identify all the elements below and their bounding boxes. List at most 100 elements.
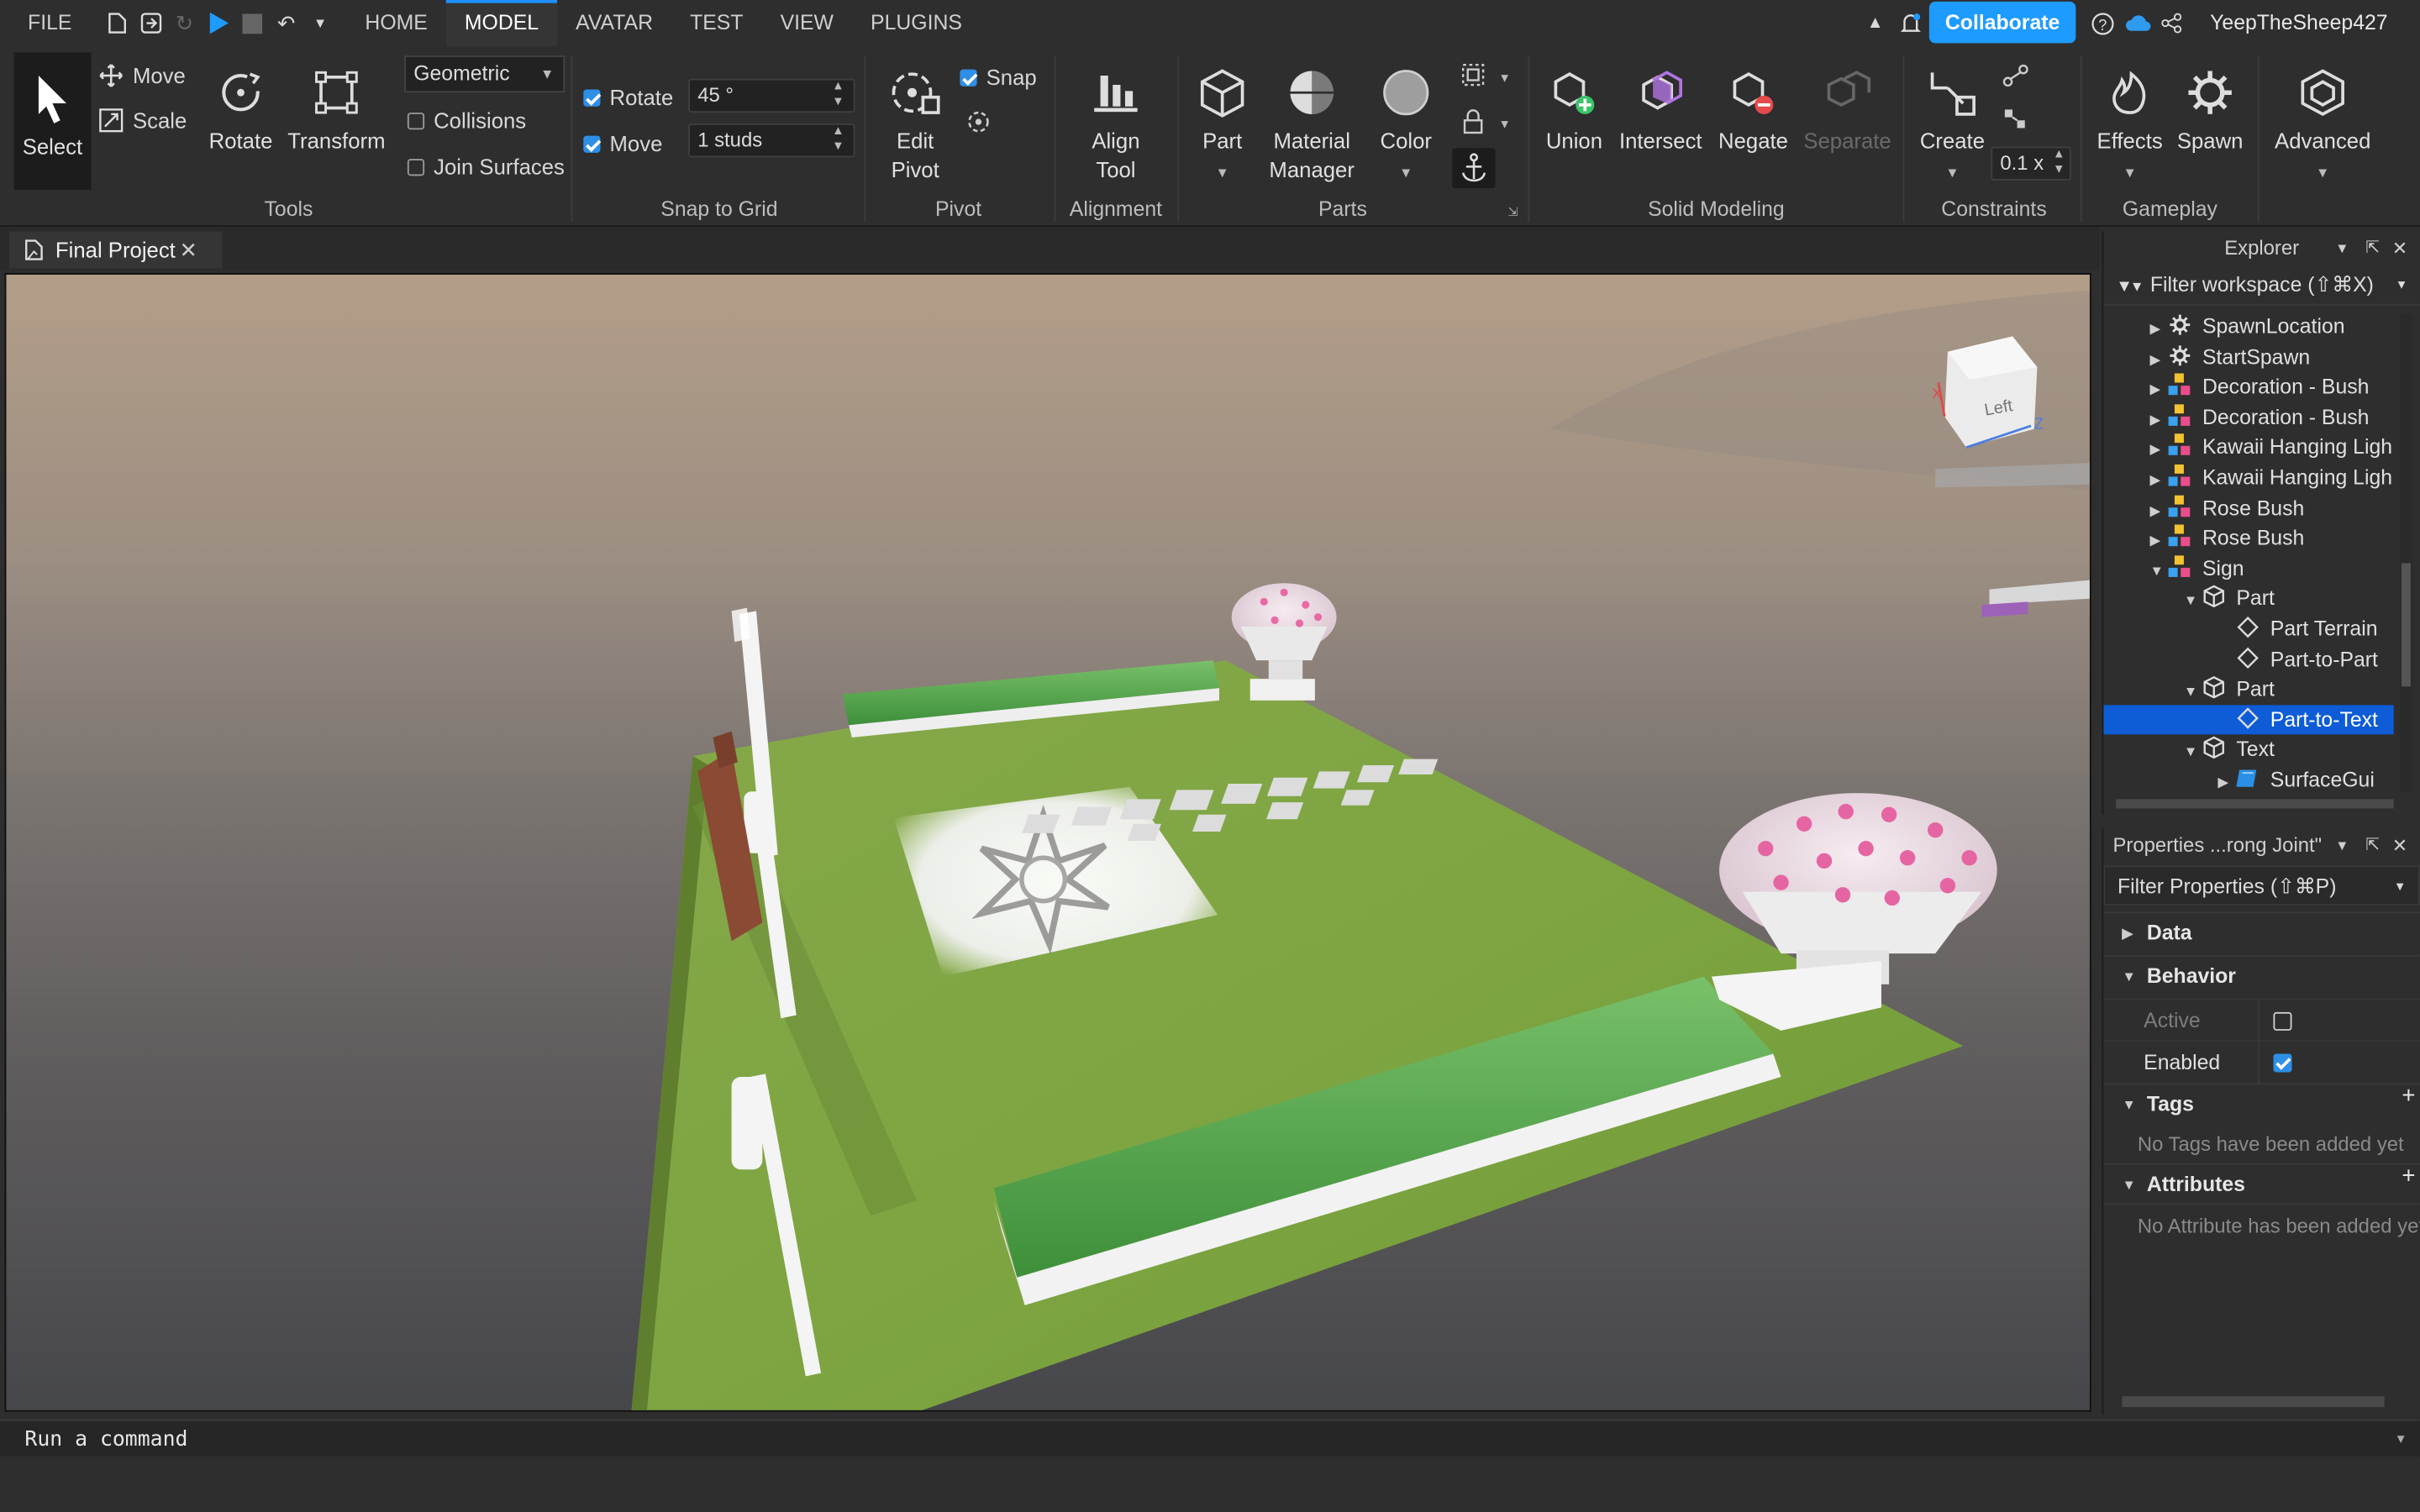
command-input[interactable]: Run a command xyxy=(24,1427,187,1452)
properties-filter-input[interactable]: Filter Properties (⇧⌘P) xyxy=(2118,874,2337,898)
explorer-vertical-scrollbar[interactable] xyxy=(2400,312,2412,792)
publish-icon[interactable] xyxy=(134,0,167,46)
section-behavior[interactable]: ▼ Behavior xyxy=(2103,954,2420,995)
chevron-right-icon[interactable]: ▶ xyxy=(2150,375,2169,402)
cloud-icon[interactable] xyxy=(2121,0,2154,46)
section-tags[interactable]: ▼ Tags + xyxy=(2103,1083,2420,1124)
negate-button[interactable]: Negate xyxy=(1713,65,1794,155)
section-attributes[interactable]: ▼ Attributes + xyxy=(2103,1163,2420,1204)
explorer-item[interactable]: Part-to-Text xyxy=(2103,704,2394,735)
select-tool-button[interactable]: Select xyxy=(13,52,92,190)
undock-icon[interactable]: ⇱ xyxy=(2365,828,2380,862)
quick-access-chevron-icon[interactable]: ▼ xyxy=(303,0,337,46)
active-checkbox[interactable] xyxy=(2273,1011,2292,1031)
tab-view[interactable]: VIEW xyxy=(762,0,852,46)
chevron-down-icon[interactable]: ▼ xyxy=(2394,867,2407,907)
undock-icon[interactable]: ⇱ xyxy=(2365,232,2380,265)
tab-test[interactable]: TEST xyxy=(671,0,761,46)
lock-icon[interactable]: ▼ xyxy=(1460,108,1512,144)
material-manager-button[interactable]: Material Manager xyxy=(1262,65,1361,185)
chevron-down-icon[interactable]: ▼ xyxy=(2150,557,2169,584)
chevron-right-icon[interactable]: ▶ xyxy=(2150,466,2169,493)
collisions-checkbox[interactable] xyxy=(407,112,425,129)
properties-horizontal-scrollbar[interactable] xyxy=(2122,1396,2385,1408)
constraint-details-icon[interactable] xyxy=(2000,61,2031,97)
scale-tool-button[interactable]: Scale xyxy=(99,108,187,133)
tab-plugins[interactable]: PLUGINS xyxy=(852,0,981,46)
align-tool-button[interactable]: Align Tool xyxy=(1073,65,1160,185)
chevron-down-icon[interactable]: ▼ xyxy=(2184,738,2202,765)
chevron-right-icon[interactable]: ▶ xyxy=(2150,496,2169,523)
chevron-down-icon[interactable]: ▼ xyxy=(2184,678,2202,705)
union-button[interactable]: Union xyxy=(1540,65,1608,155)
part-button[interactable]: Part ▼ xyxy=(1188,65,1256,188)
spawn-button[interactable]: Spawn xyxy=(2173,65,2247,155)
color-button[interactable]: Color ▼ xyxy=(1370,65,1441,188)
close-icon[interactable]: ✕ xyxy=(2392,232,2407,265)
explorer-horizontal-scrollbar[interactable] xyxy=(2116,799,2394,809)
group-icon[interactable]: ▼ xyxy=(1460,61,1512,97)
file-menu[interactable]: FILE xyxy=(0,0,99,46)
explorer-item[interactable]: ▼ Part xyxy=(2103,584,2393,614)
separate-button[interactable]: Separate xyxy=(1800,65,1896,155)
redo-icon[interactable]: ↻ xyxy=(167,0,201,46)
snap-move-checkbox[interactable] xyxy=(583,134,601,152)
scene-render[interactable]: Left X Z xyxy=(6,274,2091,1412)
explorer-item[interactable]: ▼ Sign xyxy=(2103,554,2393,584)
explorer-item[interactable]: ▶ Rose Bush xyxy=(2103,523,2393,554)
snap-rotate-checkbox[interactable] xyxy=(583,88,601,106)
properties-filter[interactable]: Filter Properties (⇧⌘P) ▼ xyxy=(2103,865,2420,906)
help-icon[interactable]: ? xyxy=(2085,0,2118,46)
explorer-item[interactable]: ▶ Decoration - Bush xyxy=(2103,372,2393,402)
undo-icon[interactable]: ↶ xyxy=(270,0,303,46)
pivot-snap-checkbox[interactable] xyxy=(960,68,977,86)
collapse-ribbon-icon[interactable]: ▲ xyxy=(1858,0,1891,46)
expand-corner-icon[interactable]: ⇲ xyxy=(1507,205,1518,219)
advanced-button[interactable]: Advanced ▼ xyxy=(2272,65,2374,188)
3d-viewport[interactable]: Left X Z xyxy=(4,273,2091,1412)
close-icon[interactable]: ✕ xyxy=(2392,828,2407,862)
stepper-icon[interactable]: ▲ ▼ xyxy=(2053,146,2065,177)
move-tool-button[interactable]: Move xyxy=(99,63,186,88)
intersect-button[interactable]: Intersect xyxy=(1614,65,1707,155)
explorer-item[interactable]: Part-to-Part xyxy=(2103,644,2393,675)
add-attribute-plus-icon[interactable]: + xyxy=(2402,1158,2415,1198)
constraint-scale-input[interactable]: 0.1 x ▲ ▼ xyxy=(1991,146,2071,181)
tab-model[interactable]: MODEL xyxy=(445,0,558,47)
add-tag-plus-icon[interactable]: + xyxy=(2402,1077,2415,1117)
snap-rotate-input[interactable]: 45 ° ▲ ▼ xyxy=(688,78,855,113)
create-constraint-button[interactable]: Create ▼ xyxy=(1915,65,1989,188)
notification-bell-icon[interactable] xyxy=(1894,0,1928,46)
filter-funnel-icon[interactable]: ▼▾ xyxy=(2116,278,2141,297)
explorer-item[interactable]: ▶ StartSpawn xyxy=(2103,342,2393,372)
play-icon[interactable] xyxy=(202,0,235,46)
chevron-down-icon[interactable]: ▼ xyxy=(2335,232,2349,265)
command-bar[interactable]: Run a command ▼ xyxy=(0,1419,2420,1458)
tab-final-project[interactable]: Final Project ✕ xyxy=(9,231,223,269)
chevron-right-icon[interactable]: ▶ xyxy=(2150,315,2169,342)
explorer-scroll-thumb[interactable] xyxy=(2401,563,2411,687)
explorer-item[interactable]: ▼ Text xyxy=(2103,735,2393,765)
transform-tool-button[interactable]: Transform xyxy=(284,65,389,155)
collisions-toggle[interactable]: Collisions xyxy=(407,108,526,133)
stepper-icon[interactable]: ▲ ▼ xyxy=(832,79,844,110)
join-surfaces-toggle[interactable]: Join Surfaces xyxy=(407,155,565,179)
join-surfaces-checkbox[interactable] xyxy=(407,158,425,176)
stepper-icon[interactable]: ▲ ▼ xyxy=(832,123,844,155)
snap-move-input[interactable]: 1 studs ▲ ▼ xyxy=(688,123,855,158)
collaborate-button[interactable]: Collaborate xyxy=(1928,1,2076,44)
share-icon[interactable] xyxy=(2154,0,2188,46)
enabled-checkbox[interactable] xyxy=(2273,1053,2292,1073)
chevron-right-icon[interactable]: ▶ xyxy=(2150,345,2169,372)
explorer-item[interactable]: ▶ Kawaii Hanging Ligh xyxy=(2103,433,2393,463)
chevron-down-icon[interactable]: ▼ xyxy=(2396,265,2408,306)
chevron-down-icon[interactable]: ▼ xyxy=(2397,1421,2405,1458)
stop-icon[interactable] xyxy=(235,0,269,46)
explorer-item[interactable]: ▼ Part xyxy=(2103,675,2393,705)
anchor-icon[interactable] xyxy=(1452,148,1496,189)
chevron-right-icon[interactable]: ▶ xyxy=(2150,436,2169,463)
explorer-filter-input[interactable]: Filter workspace (⇧⌘X) xyxy=(2150,273,2374,297)
explorer-item[interactable]: ▶ Decoration - Bush xyxy=(2103,402,2393,433)
tab-home[interactable]: HOME xyxy=(346,0,445,46)
chevron-right-icon[interactable]: ▶ xyxy=(2150,527,2169,554)
